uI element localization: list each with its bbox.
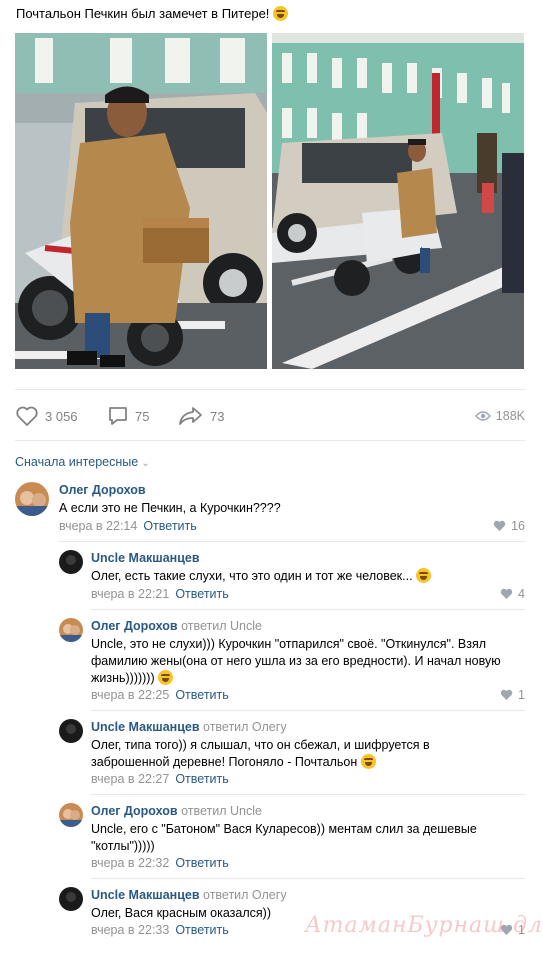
- comment-like-button[interactable]: 1: [500, 923, 525, 937]
- comment-divider: [59, 541, 525, 542]
- heart-icon: [493, 520, 506, 531]
- avatar[interactable]: [59, 618, 83, 642]
- comment-time[interactable]: вчера в 22:25: [91, 688, 169, 702]
- divider: [15, 440, 525, 441]
- share-icon: [179, 407, 202, 425]
- comment-time[interactable]: вчера в 22:14: [59, 519, 137, 533]
- comment-likes-count: 16: [511, 519, 525, 533]
- grinning-face-emoji-icon: [416, 568, 432, 583]
- heart-icon: [16, 406, 38, 426]
- avatar[interactable]: [59, 719, 83, 743]
- comment-like-button[interactable]: 4: [500, 587, 525, 601]
- comment-author[interactable]: Олег Дорохов ответил Uncle: [91, 804, 262, 818]
- post-actions: 3 056 75 73 188K: [15, 404, 525, 428]
- views-count: 188K: [495, 409, 525, 423]
- eye-icon: [474, 411, 491, 421]
- comment-text: Олег, есть такие слухи, что это один и т…: [91, 568, 501, 585]
- comment-author[interactable]: Олег Дорохов ответил Uncle: [91, 619, 262, 633]
- heart-icon: [500, 689, 513, 700]
- post-photo-1[interactable]: [15, 33, 267, 369]
- comment-divider: [91, 609, 525, 610]
- comment-meta: вчера в 22:14 Ответить: [59, 519, 197, 533]
- comment-likes-count: 4: [518, 587, 525, 601]
- comment-author[interactable]: Uncle Макшанцев ответил Олегу: [91, 888, 287, 902]
- comment-time[interactable]: вчера в 22:21: [91, 587, 169, 601]
- comment-author[interactable]: Олег Дорохов: [59, 483, 146, 497]
- comments-sort-label: Сначала интересные: [15, 455, 139, 469]
- reply-button[interactable]: Ответить: [143, 519, 196, 533]
- comment-likes-count: 1: [518, 688, 525, 702]
- reply-button[interactable]: Ответить: [175, 856, 228, 870]
- post-text-content: Почтальон Печкин был замечет в Питере!: [16, 6, 270, 21]
- replied-to[interactable]: ответил Uncle: [181, 619, 262, 633]
- avatar[interactable]: [59, 550, 83, 574]
- like-button[interactable]: 3 056: [15, 404, 78, 428]
- comment-author[interactable]: Uncle Макшанцев ответил Олегу: [91, 720, 287, 734]
- comment-likes-count: 1: [518, 923, 525, 937]
- share-button[interactable]: 73: [178, 404, 224, 428]
- comments-count: 75: [135, 408, 150, 424]
- comment-time[interactable]: вчера в 22:33: [91, 923, 169, 937]
- comment-time[interactable]: вчера в 22:32: [91, 856, 169, 870]
- comment-text: Олег, Вася красным оказался)): [91, 906, 271, 920]
- post-photo-2[interactable]: [272, 33, 524, 369]
- comment-icon: [109, 407, 127, 425]
- comment-text: Uncle, его с "Батоном" Вася Куларесов)) …: [91, 822, 477, 853]
- grinning-face-emoji-icon: [273, 6, 289, 21]
- likes-count: 3 056: [45, 408, 78, 424]
- replied-to[interactable]: ответил Олегу: [203, 888, 287, 902]
- shares-count: 73: [210, 408, 225, 424]
- comment-divider: [91, 878, 525, 879]
- replied-to[interactable]: ответил Uncle: [181, 804, 262, 818]
- avatar[interactable]: [59, 887, 83, 911]
- comment-meta: вчера в 22:21 Ответить: [91, 587, 229, 601]
- laughing-emoji-icon: [158, 670, 174, 685]
- reply-button[interactable]: Ответить: [175, 587, 228, 601]
- comment-text: Uncle, это не слухи))) Курочкин "отпарил…: [91, 637, 501, 685]
- heart-icon: [500, 924, 513, 935]
- comments-sort-dropdown[interactable]: Сначала интересные ⌄: [15, 455, 150, 469]
- comment-meta: вчера в 22:25 Ответить: [91, 688, 229, 702]
- comment-like-button[interactable]: 1: [500, 688, 525, 702]
- comment-text: Олег, типа того)) я слышал, что он сбежа…: [91, 738, 430, 769]
- reply-button[interactable]: Ответить: [175, 923, 228, 937]
- comment-button[interactable]: 75: [107, 404, 149, 428]
- comment-meta: вчера в 22:33 Ответить: [91, 923, 229, 937]
- comment-like-button[interactable]: 16: [493, 519, 525, 533]
- comment-divider: [91, 794, 525, 795]
- post-text: Почтальон Печкин был замечет в Питере!: [16, 6, 289, 21]
- views-counter: 188K: [474, 404, 525, 428]
- comment-author[interactable]: Uncle Макшанцев: [91, 551, 200, 565]
- replied-to[interactable]: ответил Олегу: [203, 720, 287, 734]
- avatar[interactable]: [59, 803, 83, 827]
- grinning-face-emoji-icon: [360, 754, 376, 769]
- comment-meta: вчера в 22:32 Ответить: [91, 856, 229, 870]
- reply-button[interactable]: Ответить: [175, 772, 228, 786]
- heart-icon: [500, 588, 513, 599]
- chevron-down-icon: ⌄: [141, 458, 150, 469]
- comment-divider: [91, 710, 525, 711]
- avatar[interactable]: [15, 482, 49, 516]
- comment-text: А если это не Печкин, а Курочкин????: [59, 501, 281, 515]
- comment-meta: вчера в 22:27 Ответить: [91, 772, 229, 786]
- reply-button[interactable]: Ответить: [175, 688, 228, 702]
- comment-time[interactable]: вчера в 22:27: [91, 772, 169, 786]
- divider: [15, 389, 525, 390]
